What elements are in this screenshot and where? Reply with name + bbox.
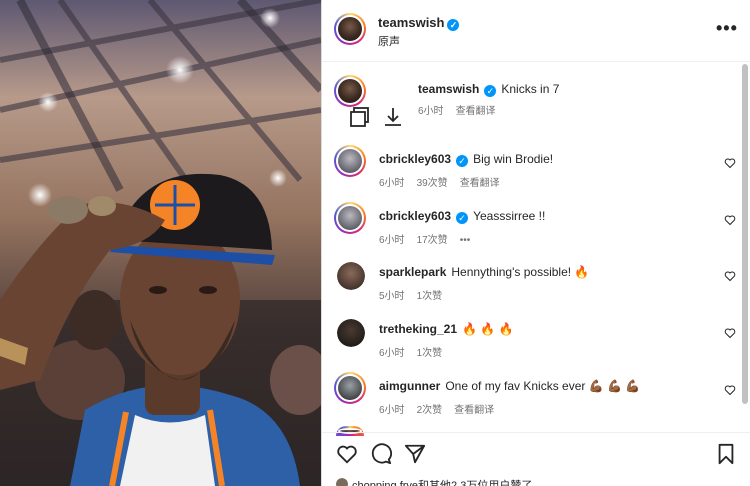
comment-translate-link[interactable]: 查看翻译 — [454, 405, 494, 416]
comment-time[interactable]: 6小时 — [379, 178, 405, 189]
comment-avatar[interactable] — [337, 319, 365, 347]
caption-time[interactable]: 6小时 — [418, 106, 444, 117]
comment-username[interactable]: sparklepark — [379, 265, 446, 279]
liked-by-avatar — [336, 478, 348, 486]
photo-illustration — [0, 0, 321, 486]
comment-row: aimgunner One of my fav Knicks ever 💪🏾 💪🏾… — [379, 379, 640, 393]
comment-meta: 6小时 1次赞 — [379, 344, 454, 359]
scrollbar-thumb[interactable] — [742, 64, 748, 404]
comment-time[interactable]: 6小时 — [379, 405, 405, 416]
comment-likes[interactable]: 39次赞 — [417, 178, 448, 189]
comment-translate-link[interactable]: 查看翻译 — [460, 178, 500, 189]
comment-row: cbrickley603 ✓ Yeasssirree !! — [379, 209, 545, 224]
comment-time[interactable]: 5小时 — [379, 291, 405, 302]
heart-icon[interactable] — [724, 270, 736, 282]
post-header: teamswish ✓ 原声 ••• — [322, 0, 750, 62]
share-icon[interactable] — [404, 443, 426, 465]
comment-meta: 6小时 2次赞 查看翻译 — [379, 401, 506, 416]
caption-meta: 6小时 查看翻译 — [418, 102, 508, 117]
author-username[interactable]: teamswish — [378, 15, 444, 30]
more-options-icon[interactable]: ••• — [716, 18, 738, 39]
comment-avatar[interactable] — [334, 202, 366, 234]
heart-icon[interactable] — [724, 327, 736, 339]
comment-more-icon[interactable]: ••• — [460, 235, 471, 246]
verified-badge-icon: ✓ — [484, 85, 497, 97]
comment-text: 🔥 🔥 🔥 — [462, 322, 514, 336]
download-icon[interactable] — [382, 106, 404, 128]
comment-icon[interactable] — [370, 443, 392, 465]
heart-icon[interactable] — [724, 384, 736, 396]
post-panel: teamswish ✓ 原声 ••• teamswish ✓ Knicks in 7 … — [321, 0, 750, 486]
comment-username[interactable]: tretheking_21 — [379, 322, 457, 336]
caption-translate-link[interactable]: 查看翻译 — [456, 106, 496, 117]
comment-likes[interactable]: 1次赞 — [417, 291, 443, 302]
caption-text-row: teamswish ✓ Knicks in 7 — [418, 82, 559, 97]
copy-icon[interactable] — [349, 106, 371, 128]
comment-meta: 6小时 39次赞 查看翻译 — [379, 174, 512, 189]
heart-icon[interactable] — [724, 214, 736, 226]
comment-likes[interactable]: 1次赞 — [417, 348, 443, 359]
caption-text: Knicks in 7 — [501, 82, 560, 96]
post-actions-bar: chopping.frye和其他2.3万位用户赞了 — [322, 432, 750, 486]
like-icon[interactable] — [336, 443, 358, 465]
comment-username[interactable]: aimgunner — [379, 379, 440, 393]
post-photo[interactable] — [0, 0, 321, 486]
comment-text: Big win Brodie! — [473, 152, 554, 166]
comment-avatar[interactable] — [337, 262, 365, 290]
comment-text: One of my fav Knicks ever 💪🏾 💪🏾 💪🏾 — [445, 379, 641, 393]
comment-likes[interactable]: 2次赞 — [417, 405, 443, 416]
comments-scrollbar[interactable] — [741, 62, 749, 432]
save-bookmark-icon[interactable] — [716, 443, 736, 465]
audio-label[interactable]: 原声 — [378, 33, 400, 49]
caption-avatar[interactable] — [334, 75, 366, 107]
verified-badge-icon: ✓ — [447, 19, 460, 31]
comment-meta: 5小时 1次赞 — [379, 287, 454, 302]
comment-avatar[interactable] — [334, 145, 366, 177]
comment-row: sparklepark Hennything's possible! 🔥 — [379, 265, 589, 279]
comment-meta: 6小时 17次赞 ••• — [379, 231, 482, 246]
comment-row: cbrickley603 ✓ Big win Brodie! — [379, 152, 553, 167]
comment-username[interactable]: cbrickley603 — [379, 209, 451, 223]
caption-username[interactable]: teamswish — [418, 82, 479, 96]
author-avatar[interactable] — [334, 13, 366, 45]
heart-icon[interactable] — [724, 157, 736, 169]
comment-username[interactable]: cbrickley603 — [379, 152, 451, 166]
comment-text: Hennything's possible! 🔥 — [451, 265, 590, 279]
verified-badge-icon: ✓ — [456, 155, 469, 167]
comment-avatar[interactable] — [334, 372, 366, 404]
comment-text: Yeasssirree !! — [473, 209, 546, 223]
comment-time[interactable]: 6小时 — [379, 235, 405, 246]
comment-row: tretheking_21 🔥 🔥 🔥 — [379, 322, 514, 336]
comment-time[interactable]: 6小时 — [379, 348, 405, 359]
comment-likes[interactable]: 17次赞 — [417, 235, 448, 246]
verified-badge-icon: ✓ — [456, 212, 469, 224]
author-name-row: teamswish ✓ — [378, 15, 460, 31]
liked-by-text[interactable]: chopping.frye和其他2.3万位用户赞了 — [352, 477, 532, 486]
